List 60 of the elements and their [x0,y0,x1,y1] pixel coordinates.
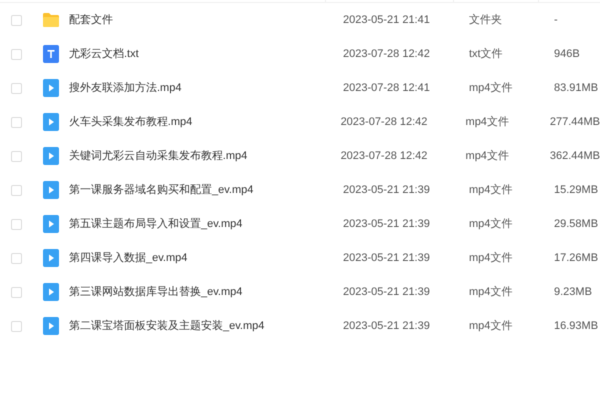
folder-icon [42,12,60,28]
file-type: 文件夹 [469,12,503,28]
file-size: 83.91MB [554,80,598,96]
file-name[interactable]: 配套文件 [69,12,341,28]
row-checkbox[interactable] [11,150,22,162]
modified-date: 2023-05-21 21:41 [343,12,431,28]
modified-date: 2023-07-28 12:42 [340,114,428,130]
file-name[interactable]: 第一课服务器域名购买和配置_ev.mp4 [69,182,341,198]
video-file-icon [43,215,59,233]
video-file-icon [43,283,59,301]
row-checkbox[interactable] [11,184,22,196]
row-checkbox[interactable] [11,116,22,128]
file-name[interactable]: 火车头采集发布教程.mp4 [68,114,339,130]
modified-date: 2023-05-21 21:39 [343,250,431,266]
modified-date: 2023-05-21 21:39 [343,318,431,334]
file-type: mp4文件 [469,250,514,266]
file-size: 277.44MB [550,114,600,130]
row-checkbox[interactable] [11,82,22,94]
file-type: mp4文件 [469,182,514,198]
video-file-icon [42,147,59,165]
row-checkbox[interactable] [11,48,22,60]
text-file-icon [43,45,59,63]
file-name[interactable]: 关键词尤彩云自动采集发布教程.mp4 [68,148,339,164]
file-type: mp4文件 [469,318,514,334]
file-size: 9.23MB [554,284,592,300]
file-type: mp4文件 [469,80,514,96]
file-type: mp4文件 [466,114,510,130]
file-size: 16.93MB [554,318,598,334]
file-type: txt文件 [469,46,504,62]
row-checkbox[interactable] [11,218,22,230]
video-file-icon [43,181,59,199]
file-size: 17.26MB [554,250,598,266]
file-size: 29.58MB [554,216,598,232]
row-checkbox[interactable] [11,14,22,26]
modified-date: 2023-07-28 12:41 [343,80,431,96]
row-checkbox[interactable] [11,286,22,298]
modified-date: 2023-07-28 12:42 [340,148,428,164]
file-name[interactable]: 第二课宝塔面板安装及主题安装_ev.mp4 [69,318,341,334]
file-size: 362.44MB [550,148,600,164]
file-size: 946B [554,46,580,62]
video-file-icon [43,249,59,267]
file-type: mp4文件 [469,216,514,232]
video-file-icon [43,79,59,97]
modified-date: 2023-05-21 21:39 [343,216,431,232]
file-name[interactable]: 第三课网站数据库导出替换_ev.mp4 [69,284,341,300]
video-file-icon [42,113,59,131]
file-type: mp4文件 [466,148,510,164]
file-size: - [554,12,558,28]
file-type: mp4文件 [469,284,514,300]
file-name[interactable]: 搜外友联添加方法.mp4 [69,80,341,96]
modified-date: 2023-05-21 21:39 [343,182,431,198]
file-name[interactable]: 尤彩云文档.txt [69,46,341,62]
row-checkbox[interactable] [11,320,22,332]
modified-date: 2023-07-28 12:42 [343,46,431,62]
modified-date: 2023-05-21 21:39 [343,284,431,300]
video-file-icon [43,317,59,335]
file-name[interactable]: 第五课主题布局导入和设置_ev.mp4 [69,216,341,232]
file-name[interactable]: 第四课导入数据_ev.mp4 [69,250,341,266]
file-size: 15.29MB [554,182,598,198]
row-checkbox[interactable] [11,252,22,264]
